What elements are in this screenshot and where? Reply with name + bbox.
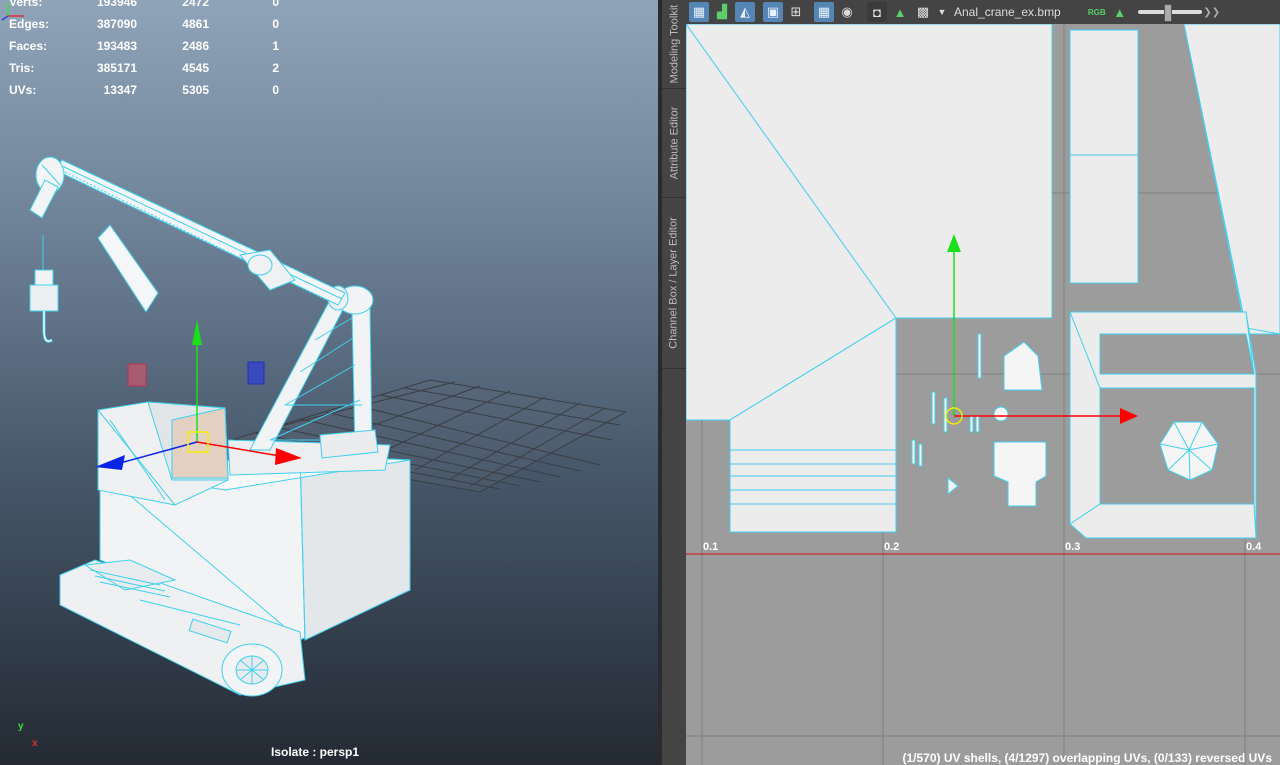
camera-icon[interactable]: ◘	[867, 2, 887, 22]
checker-grid-icon[interactable]: ▦	[814, 2, 834, 22]
slider-handle[interactable]	[1163, 4, 1172, 22]
tab-label: Channel Box / Layer Editor	[668, 217, 680, 349]
hud-row-faces: Faces: 193483 2486 1	[0, 35, 279, 57]
hud-value: 2472	[182, 0, 209, 9]
camera-label: Isolate : persp1	[270, 745, 360, 759]
uv-status-readout: (1/570) UV shells, (4/1297) overlapping …	[902, 751, 1272, 765]
hud-label: UVs:	[9, 83, 37, 97]
image-ratio-icon[interactable]: ▲	[1110, 2, 1130, 22]
uv-tick-label: 0.4	[1246, 541, 1262, 553]
more-arrow-icon[interactable]: ❯❯	[1203, 2, 1220, 22]
dropdown-arrow-icon[interactable]: ▼	[936, 2, 948, 22]
hud-value: 1	[272, 39, 279, 53]
uv-editor-canvas[interactable]: 0.1 0.2 0.3 0.4 (1/570) UV shells, (4/12…	[686, 24, 1280, 765]
hud-value: 0	[272, 0, 279, 9]
hud-value: 4861	[182, 17, 209, 31]
hud-label: Tris:	[9, 61, 35, 75]
tab-channel-box[interactable]: Channel Box / Layer Editor	[662, 198, 686, 369]
hud-value: 193483	[96, 39, 137, 53]
uv-tick-label: 0.1	[703, 541, 719, 553]
tab-modeling-toolkit[interactable]: Modeling Toolkit	[662, 0, 686, 89]
hud-row-verts: Verts: 193946 2472 0	[0, 0, 279, 13]
rgb-channel-icon[interactable]: RGB	[1087, 2, 1107, 22]
uv-tick-label: 0.3	[1065, 541, 1081, 553]
hud-value: 2	[272, 61, 279, 75]
poly-count-hud: Verts: 193946 2472 0 Edges: 387090 4861 …	[0, 0, 279, 101]
hud-value: 193946	[96, 0, 137, 9]
hud-value: 0	[272, 17, 279, 31]
hud-row-edges: Edges: 387090 4861 0	[0, 13, 279, 35]
tab-label: Attribute Editor	[668, 106, 681, 180]
distortion-icon[interactable]: ◉	[837, 2, 857, 22]
hud-value: 5305	[182, 83, 209, 97]
hud-row-tris: Tris: 385171 4545 2	[0, 57, 279, 79]
hud-label: Faces:	[9, 39, 48, 53]
shaded-uvs-icon[interactable]: ▣	[763, 2, 783, 22]
hud-value: 385171	[96, 61, 137, 75]
texture-name[interactable]: Anal_crane_ex.bmp	[954, 5, 1061, 19]
uv-layout[interactable]	[686, 24, 1280, 765]
hud-value: 0	[272, 83, 279, 97]
hud-value: 387090	[96, 17, 137, 31]
hud-value: 2486	[182, 39, 209, 53]
image-icon[interactable]: ▲	[890, 2, 910, 22]
tab-attribute-editor[interactable]: Attribute Editor	[662, 89, 686, 198]
exposure-slider[interactable]	[1137, 4, 1202, 22]
uv-grid-icon[interactable]: ⊞	[786, 2, 806, 22]
uv-shells[interactable]	[686, 24, 1280, 539]
axis-y-label: y	[18, 721, 24, 732]
grid-snap-icon[interactable]: ▦	[689, 2, 709, 22]
tab-label: Modeling Toolkit	[668, 4, 680, 84]
scene-canvas[interactable]	[0, 0, 658, 765]
uv-editor-toolbar: ▦ ▟ ◭ ▣ ⊞ ▦ ◉ ◘ ▲ ▩ ▼ Anal_crane_ex.bmp …	[686, 0, 1280, 24]
checker-icon[interactable]: ▩	[913, 2, 933, 22]
stairs-icon[interactable]: ▟	[712, 2, 732, 22]
hud-value: 4545	[182, 61, 209, 75]
hud-row-uvs: UVs: 13347 5305 0	[0, 79, 279, 101]
view-axis-icon	[1, 2, 24, 21]
perspective-viewport[interactable]: Verts: 193946 2472 0 Edges: 387090 4861 …	[0, 0, 658, 765]
texture-image-icon[interactable]: ◭	[735, 2, 755, 22]
hud-value: 13347	[103, 83, 137, 97]
uv-tick-label: 0.2	[884, 541, 900, 553]
side-tab-strip: Modeling Toolkit Attribute Editor Channe…	[662, 0, 686, 765]
